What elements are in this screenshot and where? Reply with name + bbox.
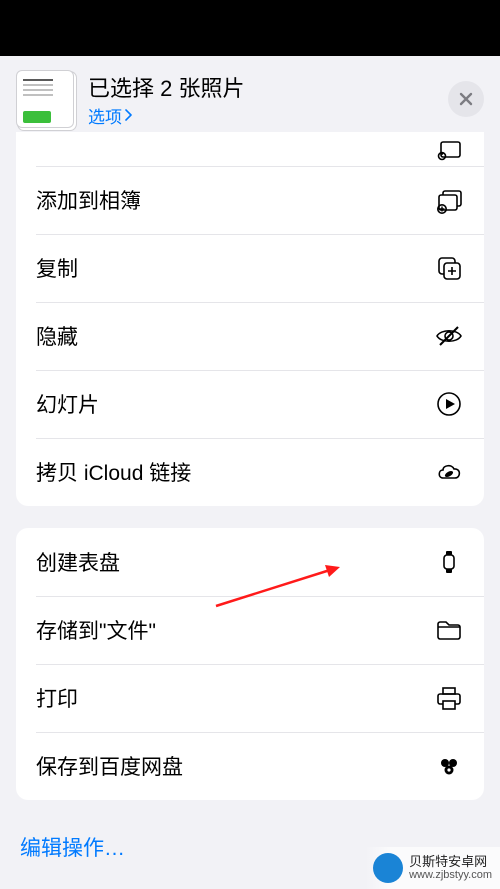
sheet-header: 已选择 2 张照片 选项 xyxy=(0,56,500,140)
row-save-to-files[interactable]: 存储到"文件" xyxy=(16,596,484,664)
row-label: 创建表盘 xyxy=(36,547,434,577)
row-copy[interactable]: 复制 xyxy=(16,234,484,302)
play-icon xyxy=(434,389,464,419)
watermark-line1: 贝斯特安卓网 xyxy=(409,855,492,869)
folder-icon xyxy=(434,615,464,645)
album-add-icon xyxy=(434,185,464,215)
row-label: 打印 xyxy=(36,683,434,713)
options-label: 选项 xyxy=(88,103,122,128)
baidu-icon xyxy=(434,751,464,781)
watermark-logo xyxy=(373,853,403,883)
action-group-2: 创建表盘 存储到"文件" 打印 xyxy=(16,528,484,800)
row-print[interactable]: 打印 xyxy=(16,664,484,732)
cloud-link-icon xyxy=(434,457,464,487)
close-button[interactable] xyxy=(448,81,484,117)
row-add-to-shared-album[interactable]: 添加到共享相簿 xyxy=(16,132,484,166)
photo-thumbnail[interactable] xyxy=(16,70,74,128)
row-create-watch-face[interactable]: 创建表盘 xyxy=(16,528,484,596)
hide-icon xyxy=(434,321,464,351)
row-save-to-baidu[interactable]: 保存到百度网盘 xyxy=(16,732,484,800)
row-label: 存储到"文件" xyxy=(36,615,434,645)
row-label: 隐藏 xyxy=(36,321,434,351)
row-slideshow[interactable]: 幻灯片 xyxy=(16,370,484,438)
watermark-line2: www.zjbstyy.com xyxy=(409,869,492,881)
selection-title: 已选择 2 张照片 xyxy=(88,71,434,103)
action-group-1: 添加到共享相簿 添加到相簿 复制 xyxy=(16,132,484,506)
copy-icon xyxy=(434,253,464,283)
status-bar-blackout xyxy=(0,0,500,56)
row-label: 添加到相簿 xyxy=(36,185,434,215)
row-label: 幻灯片 xyxy=(36,389,434,419)
row-add-to-album[interactable]: 添加到相簿 xyxy=(16,166,484,234)
row-copy-icloud-link[interactable]: 拷贝 iCloud 链接 xyxy=(16,438,484,506)
options-link[interactable]: 选项 xyxy=(88,103,434,128)
watch-icon xyxy=(434,547,464,577)
chevron-right-icon xyxy=(124,109,132,121)
row-label: 复制 xyxy=(36,253,434,283)
edit-actions-label: 编辑操作… xyxy=(20,837,125,860)
close-icon xyxy=(458,91,474,107)
print-icon xyxy=(434,683,464,713)
row-label: 拷贝 iCloud 链接 xyxy=(36,457,434,487)
header-text-block: 已选择 2 张照片 选项 xyxy=(88,71,434,128)
shared-album-icon xyxy=(434,134,464,164)
share-sheet: 已选择 2 张照片 选项 添加到共享相簿 添加到相簿 xyxy=(0,56,500,889)
watermark: 贝斯特安卓网 www.zjbstyy.com xyxy=(365,847,500,889)
row-hide[interactable]: 隐藏 xyxy=(16,302,484,370)
row-label: 保存到百度网盘 xyxy=(36,751,434,781)
